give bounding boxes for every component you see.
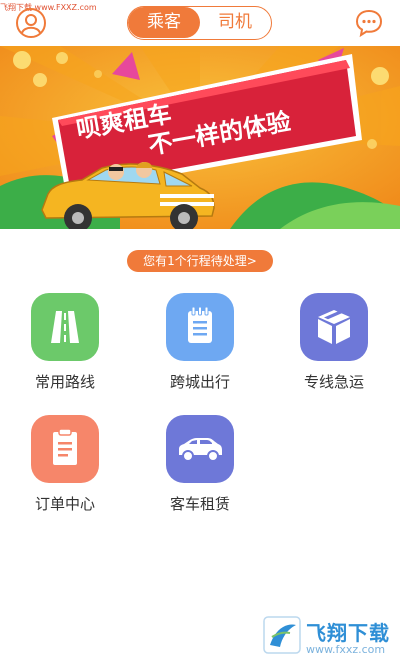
top-bar: 飞翔下载 www.FXXZ.com 乘客 司机 (0, 0, 400, 46)
road-icon (31, 293, 99, 361)
user-avatar-icon[interactable] (16, 8, 46, 38)
chat-bubble-icon[interactable] (354, 8, 384, 38)
service-label: 订单中心 (34, 495, 95, 513)
notepad-icon (166, 293, 234, 361)
tab-passenger[interactable]: 乘客 (128, 7, 200, 38)
site-logo-icon (262, 615, 302, 655)
service-express-freight[interactable]: 专线急运 (284, 293, 384, 403)
watermark-title: 飞翔下载 (306, 621, 390, 645)
service-intercity-travel[interactable]: 跨城出行 (150, 293, 250, 403)
service-label: 客车租赁 (169, 495, 230, 513)
service-label: 跨城出行 (169, 373, 230, 391)
box-icon (300, 293, 368, 361)
service-common-routes[interactable]: 常用路线 (15, 293, 115, 403)
promo-banner[interactable]: 呗爽租车 不一样的体验 (0, 46, 400, 229)
pending-trip-notice[interactable]: 您有1个行程待处理> (127, 250, 273, 272)
service-label: 专线急运 (303, 373, 364, 391)
service-bus-rental[interactable]: 客车租赁 (150, 415, 250, 525)
service-order-center[interactable]: 订单中心 (15, 415, 115, 525)
tab-driver[interactable]: 司机 (199, 7, 271, 38)
watermark-text: 飞翔下载 www.FXXZ.com (0, 3, 97, 12)
role-switcher: 乘客 司机 (127, 6, 272, 40)
car-icon (166, 415, 234, 483)
watermark-url: www.fxxz.com (306, 643, 386, 656)
clipboard-icon (31, 415, 99, 483)
watermark-logo: 飞翔下载 www.fxxz.com (262, 615, 400, 661)
service-label: 常用路线 (34, 373, 95, 391)
